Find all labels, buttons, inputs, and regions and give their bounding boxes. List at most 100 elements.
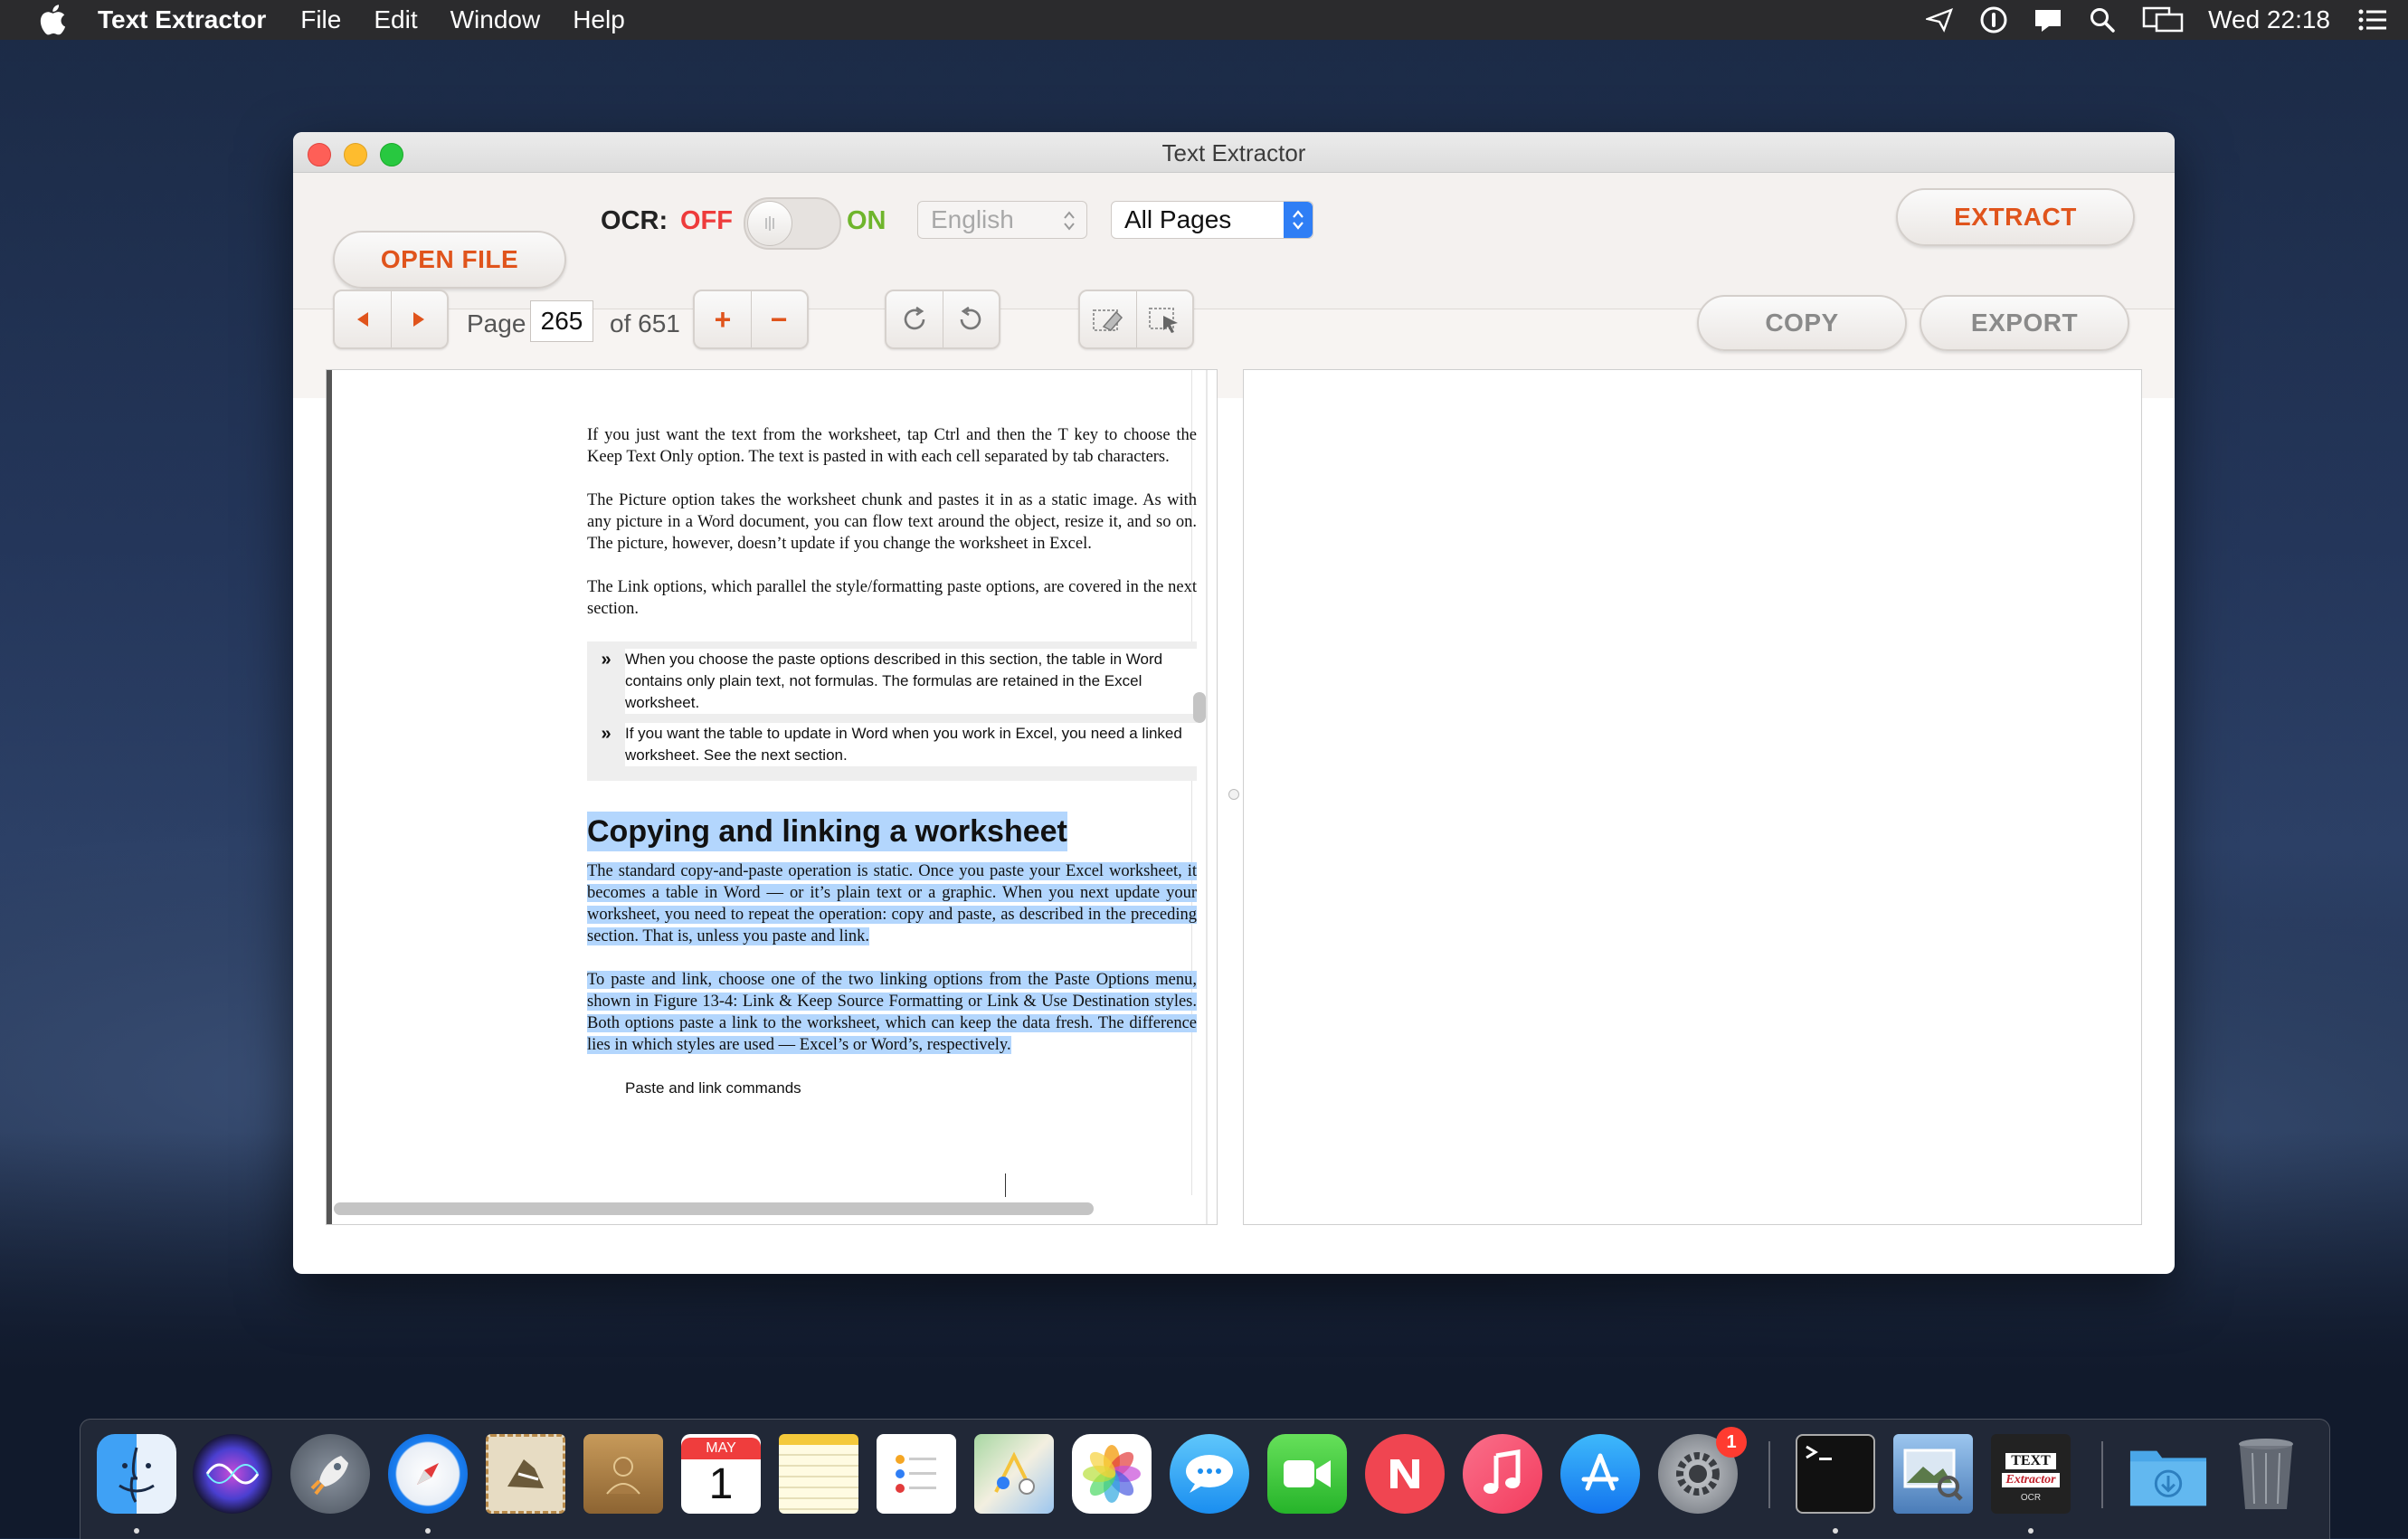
updown-arrows-icon bbox=[1057, 207, 1081, 234]
text-extractor-icon-top: TEXT bbox=[2005, 1452, 2056, 1469]
ocr-label: OCR: bbox=[601, 206, 668, 235]
tip-text: When you choose the paste options descri… bbox=[625, 649, 1197, 714]
language-select-value: English bbox=[931, 205, 1014, 233]
paragraph: The Link options, which parallel the sty… bbox=[587, 578, 1197, 618]
launchpad-icon[interactable] bbox=[290, 1434, 370, 1514]
menu-window[interactable]: Window bbox=[450, 5, 541, 34]
apple-icon[interactable] bbox=[34, 4, 71, 36]
eraser-tool-button[interactable] bbox=[1080, 291, 1136, 347]
select-area-icon bbox=[1149, 308, 1178, 333]
terminal-icon[interactable] bbox=[1796, 1434, 1875, 1514]
highlighted-paragraph: The standard copy-and-paste operation is… bbox=[587, 862, 1197, 945]
paragraph: The Picture option takes the worksheet c… bbox=[587, 491, 1197, 553]
notification-badge: 1 bbox=[1716, 1427, 1747, 1458]
figure-caption: Paste and link commands bbox=[625, 1079, 801, 1097]
vertical-scrollbar-track[interactable] bbox=[1206, 370, 1208, 1224]
facetime-icon[interactable] bbox=[1267, 1434, 1347, 1514]
running-indicator bbox=[425, 1528, 431, 1534]
contacts-icon[interactable] bbox=[583, 1434, 663, 1514]
vertical-scrollbar-thumb[interactable] bbox=[1193, 692, 1206, 723]
menu-file[interactable]: File bbox=[300, 5, 341, 34]
tip-item: » If you want the table to update in Wor… bbox=[587, 723, 1197, 766]
paper-plane-icon[interactable] bbox=[1924, 5, 1955, 35]
export-button[interactable]: EXPORT bbox=[1920, 295, 2129, 351]
text-extractor-window: Text Extractor OPEN FILE OCR: OFF ON Eng… bbox=[293, 132, 2175, 1274]
downloads-folder-icon[interactable] bbox=[2128, 1434, 2208, 1514]
notes-icon[interactable] bbox=[779, 1434, 858, 1514]
maps-icon[interactable] bbox=[974, 1434, 1054, 1514]
copy-button[interactable]: COPY bbox=[1697, 295, 1907, 351]
finder-icon[interactable] bbox=[97, 1434, 176, 1514]
text-extractor-icon-bottom: Extractor bbox=[2002, 1472, 2060, 1487]
siri-icon[interactable] bbox=[193, 1434, 272, 1514]
previous-page-button[interactable] bbox=[335, 291, 391, 347]
split-view-handle[interactable] bbox=[1228, 789, 1239, 800]
preview-icon[interactable] bbox=[1893, 1434, 1973, 1514]
select-area-tool-button[interactable] bbox=[1136, 291, 1191, 347]
page-number-input[interactable]: 265 bbox=[530, 300, 593, 342]
menu-help[interactable]: Help bbox=[573, 5, 625, 34]
ocr-on-label: ON bbox=[847, 206, 886, 235]
triangle-left-icon bbox=[357, 312, 368, 327]
section-heading: Copying and linking a worksheet bbox=[587, 812, 1067, 851]
search-icon[interactable] bbox=[2087, 5, 2118, 35]
list-icon[interactable] bbox=[2357, 5, 2388, 35]
menu-bar: Text Extractor File Edit Window Help Wed… bbox=[0, 0, 2408, 40]
calendar-day: 1 bbox=[708, 1460, 734, 1508]
extract-button[interactable]: EXTRACT bbox=[1896, 188, 2135, 246]
document-text[interactable]: If you just want the text from the works… bbox=[587, 424, 1197, 1099]
running-indicator bbox=[134, 1528, 139, 1534]
toggle-knob-icon bbox=[747, 201, 792, 246]
trash-icon[interactable] bbox=[2226, 1434, 2306, 1514]
menu-edit[interactable]: Edit bbox=[374, 5, 417, 34]
music-icon[interactable] bbox=[1463, 1434, 1542, 1514]
reminders-icon[interactable] bbox=[877, 1434, 956, 1514]
rotate-clockwise-icon bbox=[904, 306, 925, 330]
dock-separator bbox=[1768, 1441, 1770, 1508]
window-title: Text Extractor bbox=[1161, 139, 1306, 166]
menu-app-name[interactable]: Text Extractor bbox=[98, 5, 266, 34]
open-file-button[interactable]: OPEN FILE bbox=[333, 231, 566, 289]
display-mirroring-icon[interactable] bbox=[2141, 5, 2185, 35]
page-nav-group bbox=[333, 290, 449, 349]
document-page: If you just want the text from the works… bbox=[332, 370, 1197, 1197]
rotate-clockwise-button[interactable] bbox=[886, 291, 943, 347]
extracted-text-panel[interactable] bbox=[1243, 369, 2142, 1225]
menubar-clock[interactable]: Wed 22:18 bbox=[2208, 5, 2330, 34]
selection-tools-group bbox=[1078, 290, 1194, 349]
page-label: Page bbox=[467, 309, 526, 337]
page-range-select[interactable]: All Pages bbox=[1111, 201, 1313, 239]
ocr-toggle[interactable] bbox=[744, 197, 841, 250]
figure-leader-line bbox=[1005, 1173, 1006, 1197]
rotate-group bbox=[885, 290, 1000, 349]
main-toolbar: OPEN FILE bbox=[293, 173, 2175, 309]
ocr-off-label: OFF bbox=[680, 206, 733, 235]
text-extractor-dock-icon[interactable]: TEXT Extractor OCR bbox=[1991, 1434, 2071, 1514]
text-extractor-icon-caption: OCR bbox=[2020, 1492, 2042, 1503]
system-preferences-icon[interactable]: 1 bbox=[1658, 1427, 1747, 1514]
language-select[interactable]: English bbox=[917, 201, 1087, 239]
messages-icon[interactable] bbox=[1170, 1434, 1249, 1514]
notifications-icon[interactable] bbox=[2033, 5, 2063, 35]
rotate-counterclockwise-button[interactable] bbox=[943, 291, 998, 347]
paragraph: If you just want the text from the works… bbox=[587, 426, 1197, 466]
page-total-label: of 651 bbox=[610, 309, 680, 337]
highlighted-paragraph: To paste and link, choose one of the two… bbox=[587, 971, 1197, 1054]
photos-icon[interactable] bbox=[1072, 1434, 1152, 1514]
tip-text: If you want the table to update in Word … bbox=[625, 723, 1197, 766]
mail-icon[interactable] bbox=[486, 1434, 565, 1514]
double-chevron-icon: » bbox=[601, 650, 611, 670]
calendar-icon[interactable]: MAY 1 bbox=[681, 1434, 761, 1514]
next-page-button[interactable] bbox=[391, 291, 446, 347]
app-store-icon[interactable] bbox=[1560, 1434, 1640, 1514]
running-indicator bbox=[2028, 1528, 2034, 1534]
updown-arrows-icon bbox=[1284, 202, 1313, 238]
horizontal-scrollbar-thumb[interactable] bbox=[334, 1202, 1094, 1215]
highlighted-paragraph-wrap: To paste and link, choose one of the two… bbox=[587, 969, 1197, 1056]
zoom-out-button[interactable]: − bbox=[751, 291, 806, 347]
safari-icon[interactable] bbox=[388, 1434, 468, 1514]
document-preview-panel[interactable]: If you just want the text from the works… bbox=[326, 369, 1218, 1225]
zoom-in-button[interactable]: + bbox=[695, 291, 751, 347]
news-icon[interactable] bbox=[1365, 1434, 1445, 1514]
password-manager-icon[interactable] bbox=[1978, 5, 2009, 35]
